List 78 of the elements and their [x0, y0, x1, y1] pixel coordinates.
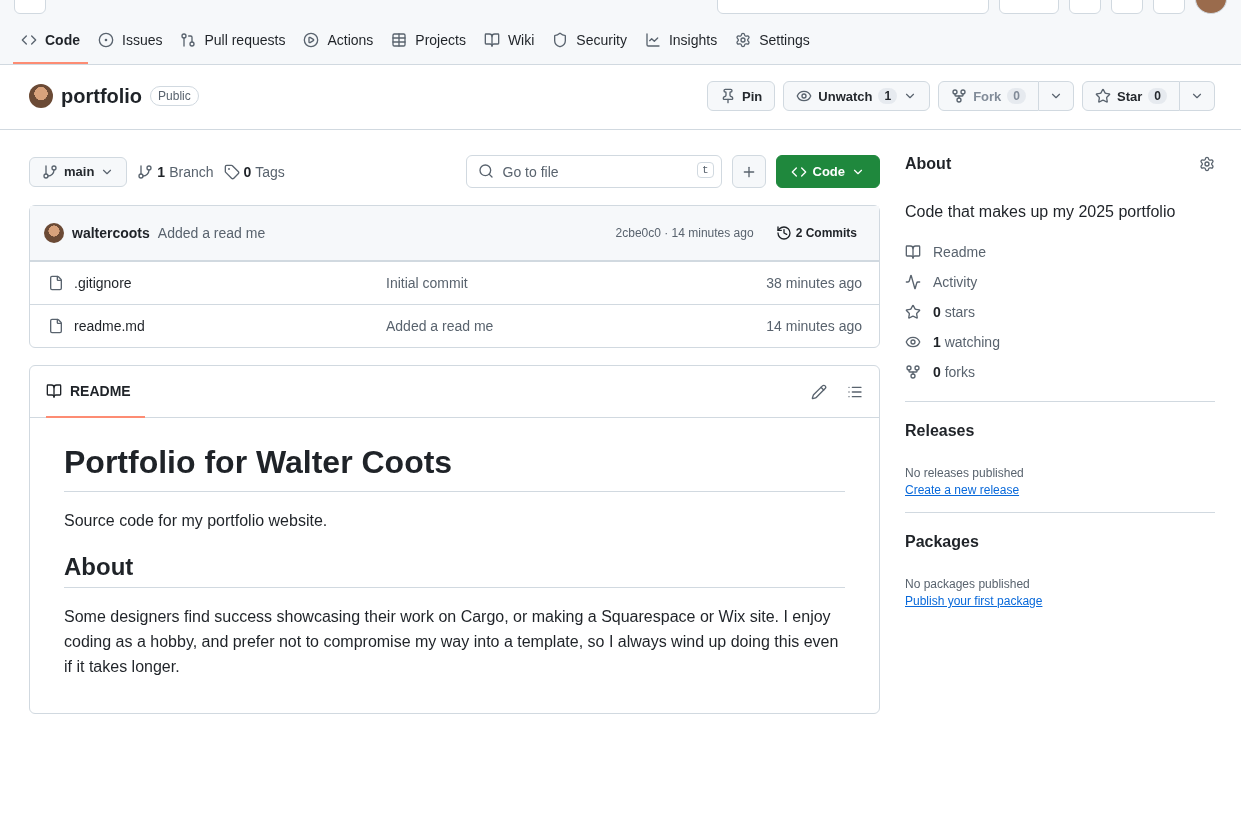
- commit-message: Added a read me: [386, 318, 495, 334]
- repo-tab[interactable]: Pull requests: [172, 32, 294, 64]
- repo-tab[interactable]: Insights: [636, 32, 726, 64]
- repo-tab[interactable]: Issues: [90, 32, 171, 64]
- commits-link[interactable]: 2 Commits: [775, 225, 857, 241]
- about-link[interactable]: Activity: [905, 267, 1215, 297]
- tag-icon: [223, 163, 240, 180]
- shield-icon: [552, 32, 569, 48]
- avatar: [29, 84, 53, 108]
- branch-icon: [42, 163, 58, 180]
- commit-time: 38 minutes ago: [766, 275, 862, 291]
- repo-tab[interactable]: Projects: [383, 32, 474, 64]
- commit-message: Added a read me: [157, 225, 266, 241]
- book-icon: [905, 244, 921, 260]
- file-name[interactable]: .gitignore: [74, 275, 386, 291]
- readme-heading: About: [64, 553, 845, 588]
- pulse-icon: [905, 274, 921, 290]
- star-icon: [1095, 88, 1111, 104]
- eye-icon: [796, 88, 813, 104]
- file-icon: [48, 275, 64, 291]
- repo-tab[interactable]: Wiki: [475, 32, 543, 64]
- file-icon: [48, 318, 64, 334]
- about-title: About: [905, 155, 952, 173]
- file-name[interactable]: readme.md: [74, 318, 386, 334]
- pull-request-icon: [180, 32, 197, 48]
- watch-button[interactable]: Unwatch 1: [783, 81, 931, 111]
- repo-tab[interactable]: Security: [544, 32, 635, 64]
- settings-icon[interactable]: [1199, 156, 1215, 172]
- readme-paragraph: Some designers find success showcasing their work on Cargo, or making a Squarespace or Wix site. I enjoy coding as a hobby, and prefer not to compromise my way into a template, so I always wind up doing this even if it takes longer.: [64, 607, 840, 677]
- create-release-link[interactable]: Create a new release: [905, 483, 1020, 497]
- branch-icon: [137, 163, 154, 180]
- releases-title: Releases: [905, 422, 976, 440]
- star-icon: [905, 304, 921, 320]
- readme-tab[interactable]: README: [46, 365, 145, 418]
- repo-tab[interactable]: Code: [13, 32, 88, 64]
- edit-icon[interactable]: [811, 383, 827, 400]
- history-icon: [775, 225, 792, 241]
- readme-title: Portfolio for Walter Coots: [64, 444, 845, 492]
- code-icon: [21, 32, 37, 48]
- repo-name: portfolio: [61, 84, 143, 108]
- publish-package-link[interactable]: Publish your first package: [905, 594, 1043, 608]
- repo-description: Code that makes up my 2025 portfolio: [905, 203, 1177, 221]
- about-link[interactable]: 0 stars: [905, 297, 1215, 327]
- tags-link[interactable]: 0 Tags: [223, 163, 285, 180]
- play-icon: [303, 32, 320, 48]
- repo-tab[interactable]: Actions: [295, 32, 382, 64]
- eye-icon: [905, 334, 921, 350]
- commit-time: 14 minutes ago: [766, 318, 862, 334]
- star-button[interactable]: Star 0: [1082, 81, 1180, 111]
- fork-icon: [951, 88, 968, 104]
- repo-tab[interactable]: Settings: [727, 32, 818, 64]
- table-icon: [391, 32, 408, 48]
- code-button[interactable]: Code: [775, 155, 880, 188]
- avatar: [44, 223, 64, 243]
- releases-note: No releases published: [905, 466, 1025, 480]
- packages-title: Packages: [905, 533, 980, 551]
- commit-author[interactable]: waltercoots: [72, 225, 150, 241]
- about-link[interactable]: 0 forks: [905, 357, 1215, 387]
- commit-hash-time: 2cbe0c0 · 14 minutes ago: [615, 226, 754, 240]
- issue-icon: [98, 32, 114, 48]
- commit-message: Initial commit: [386, 275, 469, 291]
- book-icon: [46, 382, 62, 399]
- about-link[interactable]: 1 watching: [905, 327, 1215, 357]
- about-link[interactable]: Readme: [905, 237, 1215, 267]
- branches-link[interactable]: 1 Branch: [137, 163, 214, 180]
- search-icon: [477, 163, 494, 179]
- settings-icon: [735, 32, 752, 48]
- fork-icon: [905, 364, 921, 380]
- branch-button[interactable]: main: [29, 156, 128, 187]
- fork-menu-button[interactable]: [1039, 81, 1074, 111]
- graph-icon: [644, 32, 661, 48]
- add-file-button[interactable]: [731, 155, 766, 188]
- star-menu-button[interactable]: [1180, 81, 1215, 111]
- pin-button[interactable]: Pin: [707, 81, 776, 111]
- readme-paragraph: Source code for my portfolio website.: [64, 511, 329, 531]
- packages-note: No packages published: [905, 577, 1031, 591]
- shortcut-key: t: [696, 162, 714, 178]
- book-icon: [483, 32, 500, 48]
